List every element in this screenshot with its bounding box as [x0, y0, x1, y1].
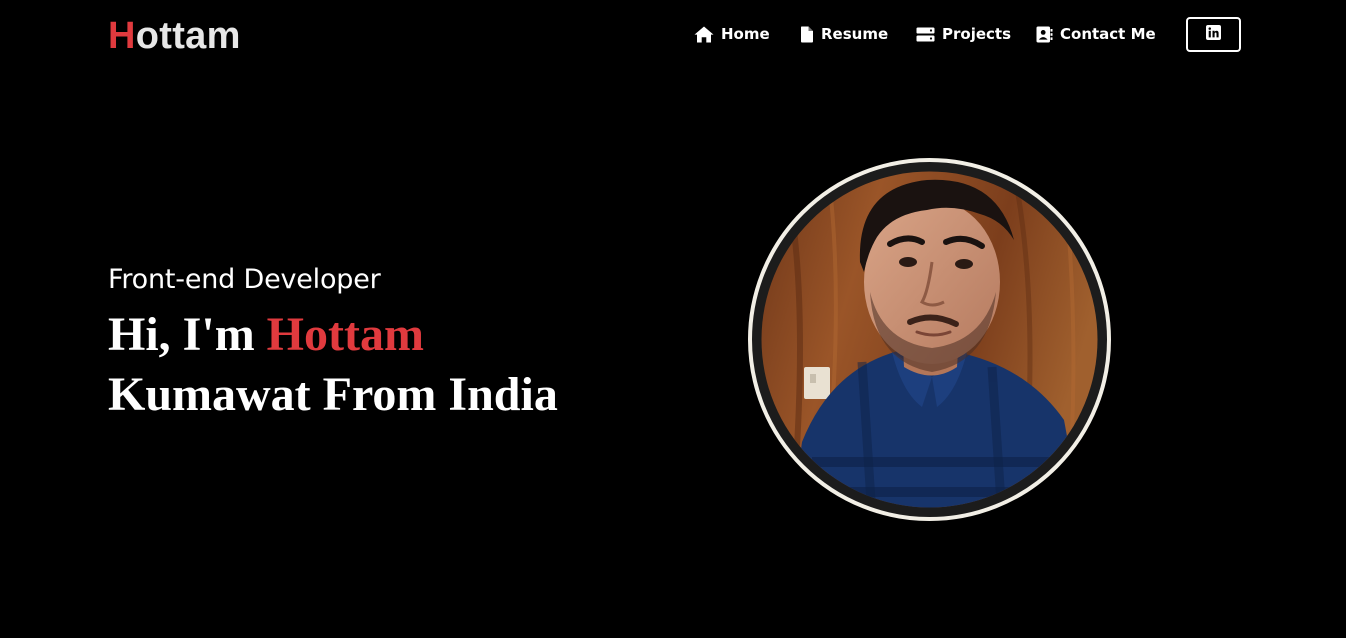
nav-contact[interactable]: Contact Me: [1036, 25, 1176, 43]
document-icon: [800, 26, 821, 43]
hero-line2: Kumawat From India: [108, 368, 558, 421]
hero-headline: Hi, I'm Hottam Kumawat From India: [108, 305, 558, 425]
brand-rest: ottam: [135, 15, 241, 57]
nav-projects-label: Projects: [942, 25, 1012, 43]
nav-resume[interactable]: Resume: [800, 25, 916, 43]
nav-projects[interactable]: Projects: [916, 25, 1036, 43]
nav-home-label: Home: [721, 25, 770, 43]
brand-initial: H: [108, 15, 136, 57]
hero-role: Front-end Developer: [108, 264, 381, 295]
nav-resume-label: Resume: [821, 25, 889, 43]
address-book-icon: [1036, 26, 1060, 43]
main-nav: Home Resume Projects Contact Me: [694, 22, 1176, 46]
nav-contact-label: Contact Me: [1060, 25, 1156, 43]
linkedin-icon: [1206, 24, 1221, 45]
hero-greeting: Hi, I'm: [108, 308, 267, 361]
nav-home[interactable]: Home: [694, 25, 800, 43]
home-icon: [694, 26, 721, 43]
brand-logo[interactable]: Hottam: [108, 14, 241, 58]
linkedin-button[interactable]: [1186, 17, 1241, 52]
hero-name: Hottam: [266, 308, 424, 361]
profile-photo: [748, 158, 1111, 521]
server-icon: [916, 27, 942, 42]
